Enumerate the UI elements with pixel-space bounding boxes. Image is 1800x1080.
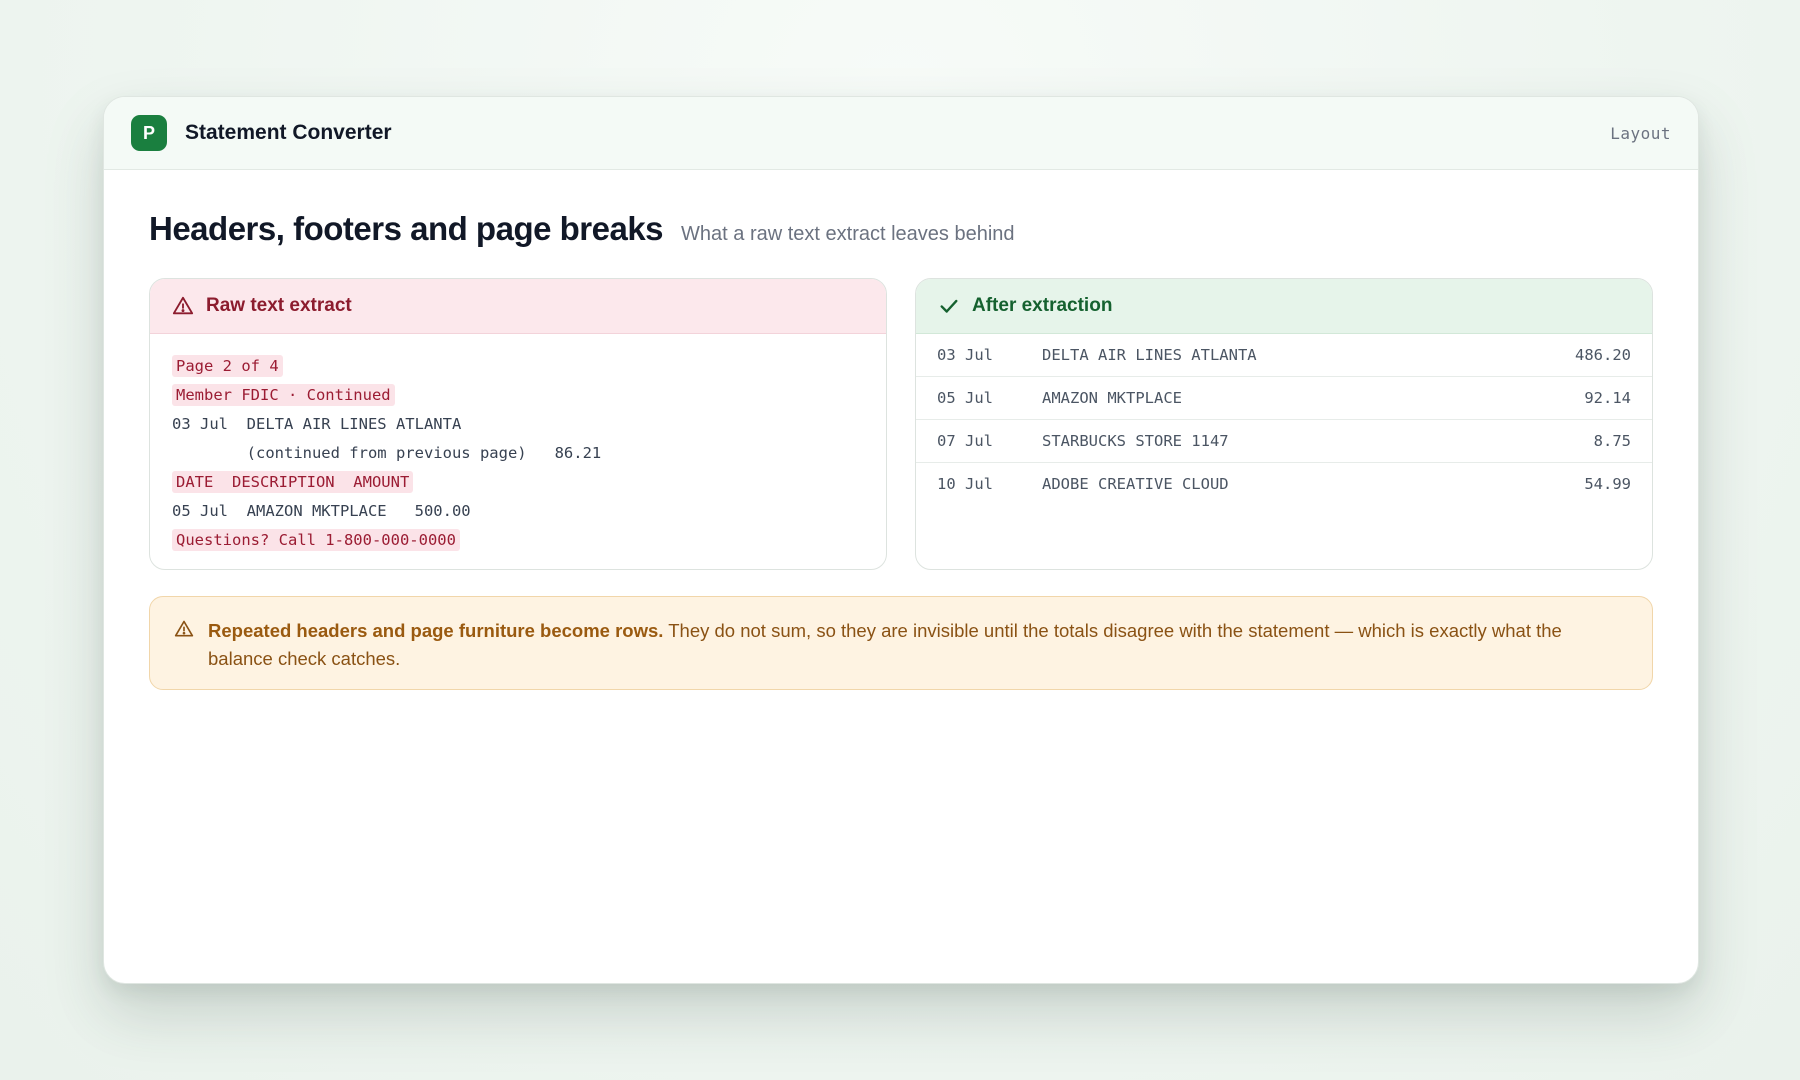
raw-line: DATE DESCRIPTION AMOUNT [172,468,864,497]
raw-line: (continued from previous page) 86.21 [172,444,602,462]
raw-line: 03 Jul DELTA AIR LINES ATLANTA [172,415,462,433]
warning-notice: Repeated headers and page furniture beco… [149,596,1653,690]
tx-amount: 92.14 [1584,389,1631,407]
title-bar: P Statement Converter Layout [104,97,1698,170]
comparison-panels: Raw text extract Page 2 of 4 Member FDIC… [149,278,1653,570]
raw-line: Questions? Call 1-800-000-0000 [172,526,864,555]
tx-date: 07 Jul [937,432,993,450]
table-row[interactable]: 07 Jul STARBUCKS STORE 1147 8.75 [916,420,1652,463]
page-subtitle: What a raw text extract leaves behind [681,223,1015,245]
app-logo: P [131,115,167,151]
layout-button[interactable]: Layout [1610,124,1671,143]
warning-triangle-icon [174,619,194,639]
tx-description: STARBUCKS STORE 1147 [1042,432,1229,450]
table-row[interactable]: 10 Jul ADOBE CREATIVE CLOUD 54.99 [916,463,1652,505]
flagged-text: Questions? Call 1-800-000-0000 [172,529,460,551]
tx-date: 03 Jul [937,346,993,364]
flagged-text: DATE DESCRIPTION AMOUNT [172,471,414,493]
tx-amount: 54.99 [1584,475,1631,493]
tx-description: DELTA AIR LINES ATLANTA [1042,346,1257,364]
raw-panel-title: Raw text extract [206,295,352,316]
raw-lines: Page 2 of 4 Member FDIC · Continued 03 J… [150,334,886,569]
notice-text: Repeated headers and page furniture beco… [208,617,1628,673]
raw-line: Member FDIC · Continued [172,381,864,410]
extracted-panel-title: After extraction [972,295,1113,316]
tx-description: AMAZON MKTPLACE [1042,389,1182,407]
raw-text-panel: Raw text extract Page 2 of 4 Member FDIC… [149,278,887,570]
extracted-panel-header: After extraction [916,279,1652,334]
raw-line: Page 2 of 4 [172,352,864,381]
main-content: Headers, footers and page breaks What a … [104,170,1698,690]
table-row[interactable]: 05 Jul AMAZON MKTPLACE 92.14 [916,377,1652,420]
table-row[interactable]: 03 Jul DELTA AIR LINES ATLANTA 486.20 [916,334,1652,377]
tx-amount: 486.20 [1575,346,1631,364]
page-title: Headers, footers and page breaks [149,210,664,247]
check-icon [938,295,960,317]
raw-panel-header: Raw text extract [150,279,886,334]
warning-triangle-icon [172,295,194,317]
raw-line: 05 Jul AMAZON MKTPLACE 500.00 [172,502,471,520]
tx-amount: 8.75 [1593,432,1631,450]
tx-date: 10 Jul [937,475,993,493]
app-title: Statement Converter [185,121,392,144]
app-window: P Statement Converter Layout Headers, fo… [103,96,1699,984]
tx-description: ADOBE CREATIVE CLOUD [1042,475,1229,493]
heading-row: Headers, footers and page breaks What a … [149,210,1653,248]
notice-strong: Repeated headers and page furniture beco… [208,620,664,641]
flagged-text: Page 2 of 4 [172,355,283,377]
transaction-list: 03 Jul DELTA AIR LINES ATLANTA 486.20 05… [916,334,1652,505]
tx-date: 05 Jul [937,389,993,407]
extracted-panel: After extraction 03 Jul DELTA AIR LINES … [915,278,1653,570]
flagged-text: Member FDIC · Continued [172,384,395,406]
